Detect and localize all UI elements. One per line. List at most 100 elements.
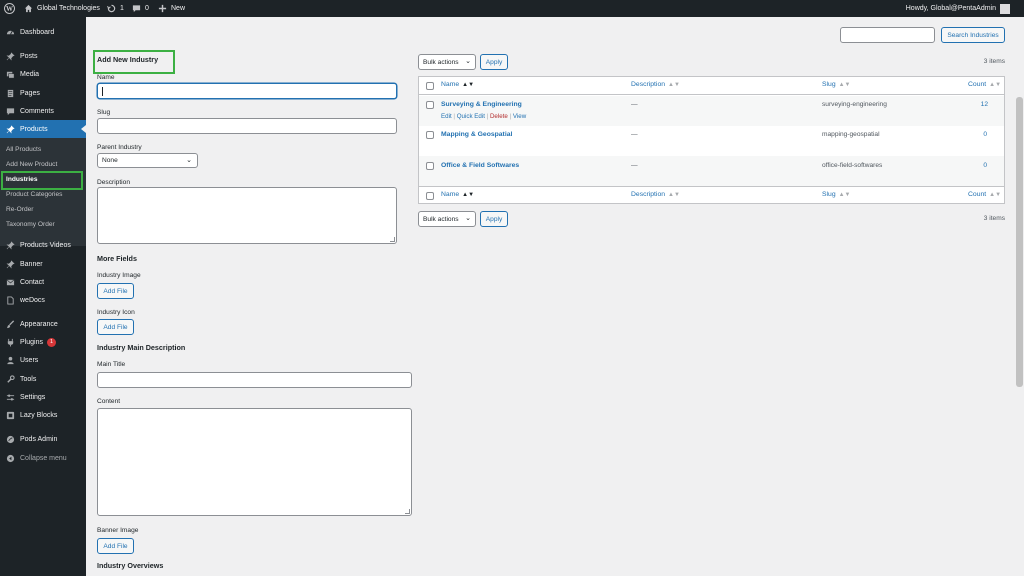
sidebar-item-dashboard[interactable]: Dashboard [0,23,86,41]
column-header-description[interactable]: Description ▲▼ [631,81,680,88]
search-industries-button[interactable]: Search Industries [941,27,1005,43]
my-account-link[interactable]: Howdy, Global@PentaAdmin [906,0,1010,17]
slug-cell: surveying-engineering [822,101,887,108]
sidebar-item-plugins[interactable]: Plugins 1 [0,333,86,351]
column-footer-description[interactable]: Description ▲▼ [631,191,680,198]
parent-industry-label: Parent Industry [97,144,142,151]
page-scrollbar[interactable] [1015,17,1024,576]
comments-link[interactable]: 0 [132,0,149,17]
column-footer-slug[interactable]: Slug ▲▼ [822,191,851,198]
resize-handle-icon[interactable] [405,509,410,514]
delete-link[interactable]: Delete [490,113,508,120]
sidebar-item-pods-admin[interactable]: Pods Admin [0,430,86,448]
sidebar-item-comments[interactable]: Comments [0,102,86,120]
column-header-count[interactable]: Count ▲▼ [968,81,1001,88]
wordpress-logo-icon[interactable]: W [4,0,15,17]
column-header-slug[interactable]: Slug ▲▼ [822,81,851,88]
column-footer-name[interactable]: Name ▲▼ [441,191,474,198]
sidebar-item-banner[interactable]: Banner [0,255,86,273]
scrollbar-thumb[interactable] [1016,97,1023,387]
count-link[interactable]: 0 [983,131,987,138]
new-label: New [171,5,186,12]
pushpin-icon [5,240,15,250]
column-header-name[interactable]: Name ▲▼ [441,81,474,88]
content-textarea[interactable] [97,408,412,516]
plugins-update-badge: 1 [46,337,56,347]
sidebar-item-media[interactable]: Media [0,65,86,83]
slug-input[interactable] [97,118,397,134]
sidebar-item-tools[interactable]: Tools [0,370,86,388]
view-link[interactable]: View [513,113,526,120]
submenu-all-products[interactable]: All Products [6,146,41,153]
row-checkbox[interactable] [426,162,434,170]
sidebar-item-label: Pages [20,89,40,97]
submenu-product-categories[interactable]: Product Categories [6,191,62,198]
add-new-industry-heading: Add New Industry [97,55,159,64]
industry-main-description-heading: Industry Main Description [97,343,186,352]
sidebar-item-label: Comments [20,107,54,115]
comments-icon [5,106,15,116]
parent-industry-value: None [102,157,118,164]
quick-edit-link[interactable]: Quick Edit [457,113,485,120]
banner-image-add-file-button[interactable]: Add File [97,538,134,554]
name-label: Name [97,74,115,81]
sidebar-item-users[interactable]: Users [0,351,86,369]
industry-image-label: Industry Image [97,272,141,279]
description-textarea[interactable] [97,187,397,244]
sidebar-item-wedocs[interactable]: weDocs [0,291,86,309]
search-input[interactable] [840,27,935,43]
sidebar-item-contact[interactable]: Contact [0,273,86,291]
select-all-checkbox[interactable] [426,192,434,200]
sidebar-item-products[interactable]: Products [0,120,86,138]
bulk-actions-select-top[interactable]: Bulk actions ⌄ [418,54,476,70]
text-cursor [102,87,103,96]
submenu-add-new-product[interactable]: Add New Product [6,161,57,168]
row-checkbox[interactable] [426,101,434,109]
sidebar-item-appearance[interactable]: Appearance [0,315,86,333]
sort-arrows-icon: ▲▼ [462,81,475,88]
slug-cell: office-field-softwares [822,162,883,169]
column-footer-count[interactable]: Count ▲▼ [968,191,1001,198]
edit-link[interactable]: Edit [441,113,452,120]
home-icon [24,4,33,13]
sidebar-item-lazy-blocks[interactable]: Lazy Blocks [0,406,86,424]
row-checkbox[interactable] [426,131,434,139]
select-all-checkbox[interactable] [426,82,434,90]
sidebar-item-label: Lazy Blocks [20,411,58,419]
resize-handle-icon[interactable] [390,237,395,242]
sidebar-item-label: Contact [20,278,45,286]
industry-icon-label: Industry Icon [97,309,135,316]
site-name: Global Technologies [37,5,100,12]
industry-icon-add-file-button[interactable]: Add File [97,319,134,335]
column-header-label: Slug [822,81,836,88]
apply-button-bottom[interactable]: Apply [480,211,508,227]
industry-image-add-file-button[interactable]: Add File [97,283,134,299]
count-link[interactable]: 0 [983,162,987,169]
parent-industry-select[interactable]: None ⌄ [97,153,198,168]
term-name-link[interactable]: Office & Field Softwares [441,162,519,169]
term-name-link[interactable]: Surveying & Engineering [441,101,522,108]
bulk-actions-select-bottom[interactable]: Bulk actions ⌄ [418,211,476,227]
count-link[interactable]: 12 [981,101,988,108]
sidebar-item-posts[interactable]: Posts [0,47,86,65]
submenu-re-order[interactable]: Re-Order [6,206,33,213]
apply-button-top[interactable]: Apply [480,54,508,70]
sort-arrows-icon: ▲▼ [462,191,475,198]
new-content-link[interactable]: New [158,0,185,17]
name-input[interactable] [97,83,397,99]
envelope-icon [5,277,15,287]
chevron-down-icon: ⌄ [465,58,471,65]
description-cell: — [631,131,638,138]
submenu-taxonomy-order[interactable]: Taxonomy Order [6,221,55,228]
sidebar-item-settings[interactable]: Settings [0,388,86,406]
site-name-link[interactable]: Global Technologies [24,0,100,17]
sidebar-item-label: Dashboard [20,28,55,36]
sort-arrows-icon: ▲▼ [668,81,680,88]
sidebar-item-label: Banner [20,260,43,268]
sidebar-item-products-videos[interactable]: Products Videos [0,236,86,254]
sidebar-collapse-menu[interactable]: Collapse menu [0,449,86,467]
main-title-input[interactable] [97,372,412,388]
updates-link[interactable]: 1 [107,0,124,17]
sidebar-item-pages[interactable]: Pages [0,84,86,102]
term-name-link[interactable]: Mapping & Geospatial [441,131,512,138]
